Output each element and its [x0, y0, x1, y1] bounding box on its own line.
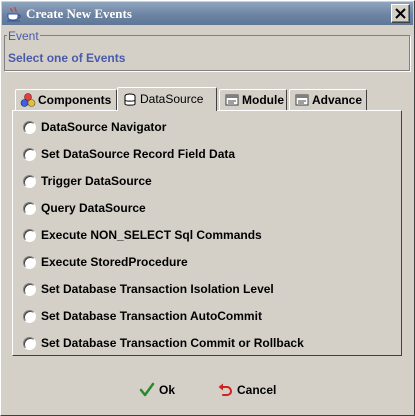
radio-button[interactable]	[23, 175, 36, 188]
tab-datasource[interactable]: DataSource	[117, 87, 217, 111]
option-set-record-field-data[interactable]: Set DataSource Record Field Data	[23, 146, 393, 164]
radio-button[interactable]	[23, 202, 36, 215]
option-trigger-datasource[interactable]: Trigger DataSource	[23, 173, 393, 191]
components-icon	[20, 93, 36, 107]
tab-datasource-label: DataSource	[140, 92, 204, 106]
dialog-window: Create New Events Event Select one of Ev…	[0, 0, 415, 416]
close-icon	[395, 8, 406, 19]
option-label: Set Database Transaction Commit or Rollb…	[41, 336, 304, 350]
option-transaction-isolation-level[interactable]: Set Database Transaction Isolation Level	[23, 281, 393, 299]
radio-button[interactable]	[23, 256, 36, 269]
radio-button[interactable]	[23, 337, 36, 350]
option-datasource-navigator[interactable]: DataSource Navigator	[23, 119, 393, 137]
radio-button[interactable]	[23, 148, 36, 161]
option-label: Set DataSource Record Field Data	[41, 147, 236, 161]
option-label: Set Database Transaction Isolation Level	[41, 282, 274, 296]
radio-button[interactable]	[23, 283, 36, 296]
datasource-options-panel: DataSource Navigator Set DataSource Reco…	[12, 110, 402, 356]
java-cup-icon	[7, 6, 21, 22]
option-label: Trigger DataSource	[41, 174, 152, 188]
option-label: Execute NON_SELECT Sql Commands	[41, 228, 262, 242]
radio-button[interactable]	[23, 229, 36, 242]
ok-button[interactable]: Ok	[139, 379, 179, 401]
ok-button-label: Ok	[159, 383, 176, 397]
cancel-button[interactable]: Cancel	[217, 379, 283, 401]
tab-advance[interactable]: Advance	[289, 89, 367, 110]
tab-advance-label: Advance	[312, 93, 363, 107]
cancel-button-label: Cancel	[237, 383, 277, 397]
tab-module[interactable]: Module	[219, 89, 287, 110]
title-bar[interactable]: Create New Events	[2, 2, 413, 25]
event-prompt-text: Select one of Events	[8, 51, 126, 65]
option-label: DataSource Navigator	[41, 120, 167, 134]
option-transaction-commit-rollback[interactable]: Set Database Transaction Commit or Rollb…	[23, 335, 393, 353]
checkmark-icon	[139, 382, 155, 397]
tab-components-label: Components	[38, 93, 112, 107]
tab-components[interactable]: Components	[15, 89, 117, 110]
option-label: Execute StoredProcedure	[41, 255, 188, 269]
option-execute-stored-procedure[interactable]: Execute StoredProcedure	[23, 254, 393, 272]
undo-arrow-icon	[218, 383, 233, 396]
option-query-datasource[interactable]: Query DataSource	[23, 200, 393, 218]
radio-button[interactable]	[23, 310, 36, 323]
event-group-legend: Event	[7, 29, 40, 43]
module-icon	[225, 94, 239, 106]
close-button[interactable]	[391, 4, 410, 23]
option-execute-non-select[interactable]: Execute NON_SELECT Sql Commands	[23, 227, 393, 245]
option-label: Query DataSource	[41, 201, 146, 215]
advance-icon	[295, 94, 309, 106]
option-transaction-autocommit[interactable]: Set Database Transaction AutoCommit	[23, 308, 393, 326]
database-icon	[124, 93, 136, 106]
radio-button[interactable]	[23, 121, 36, 134]
option-label: Set Database Transaction AutoCommit	[41, 309, 262, 323]
tab-module-label: Module	[242, 93, 284, 107]
window-title: Create New Events	[26, 6, 132, 21]
